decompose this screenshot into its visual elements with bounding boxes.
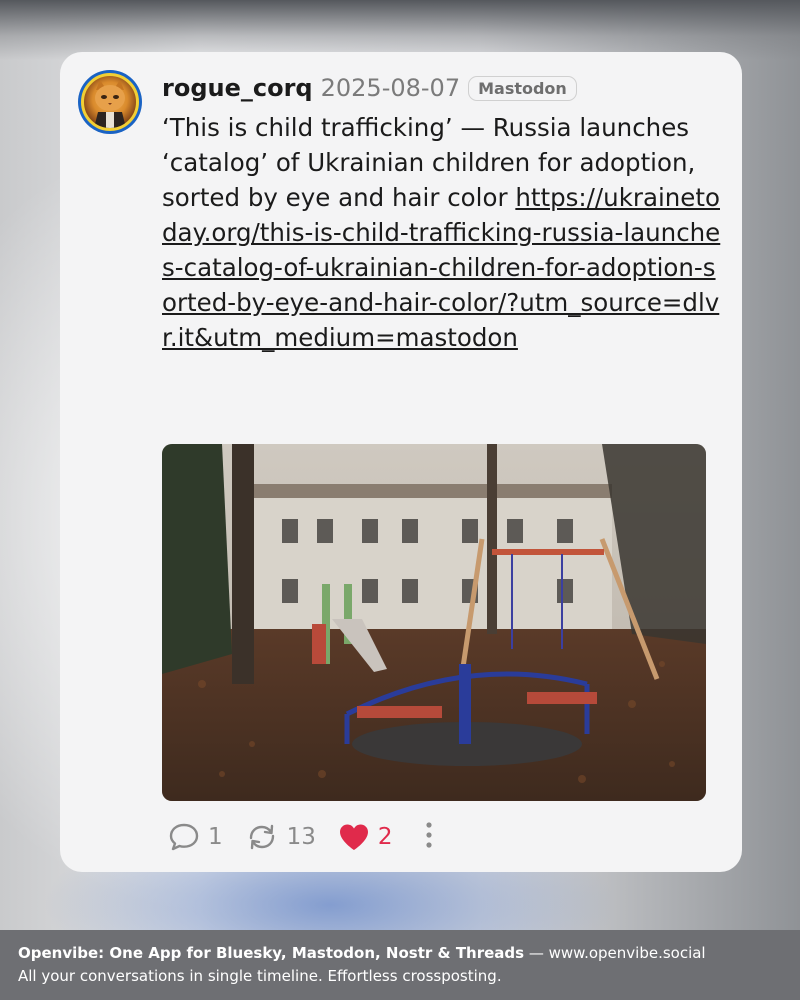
username[interactable]: rogue_corq bbox=[162, 74, 313, 102]
repost-arrows-icon bbox=[249, 824, 274, 850]
more-options-button[interactable] bbox=[423, 820, 435, 854]
like-button[interactable]: 2 bbox=[338, 822, 393, 852]
network-badge: Mastodon bbox=[468, 75, 577, 101]
vertical-ellipsis-icon bbox=[425, 822, 432, 848]
avatar[interactable] bbox=[78, 70, 142, 134]
post-date[interactable]: 2025-08-07 bbox=[321, 74, 460, 102]
post-text: ‘This is child trafficking’ — Russia lau… bbox=[162, 110, 722, 355]
footer-tagline: All your conversations in single timelin… bbox=[18, 967, 502, 985]
like-count: 2 bbox=[377, 824, 393, 850]
repost-button[interactable]: 13 bbox=[245, 822, 316, 852]
footer-url[interactable]: www.openvibe.social bbox=[549, 944, 706, 962]
background-top-shade bbox=[0, 0, 800, 60]
reply-button[interactable]: 1 bbox=[168, 822, 223, 852]
post-card[interactable]: rogue_corq 2025-08-07 Mastodon ‘This is … bbox=[60, 52, 742, 872]
repost-count: 13 bbox=[286, 824, 316, 850]
promo-footer: Openvibe: One App for Bluesky, Mastodon,… bbox=[0, 930, 800, 1000]
heart-icon bbox=[339, 824, 368, 850]
post-actions: 1 13 2 bbox=[168, 820, 435, 854]
post-header: rogue_corq 2025-08-07 Mastodon bbox=[162, 70, 577, 106]
speech-bubble-icon bbox=[169, 823, 199, 851]
footer-brand: Openvibe: One App for Bluesky, Mastodon,… bbox=[18, 944, 525, 962]
cat-avatar-image bbox=[81, 73, 139, 131]
playground-photo bbox=[162, 444, 706, 801]
post-image[interactable] bbox=[162, 444, 706, 801]
footer-separator: — bbox=[524, 944, 549, 962]
footer-line-1: Openvibe: One App for Bluesky, Mastodon,… bbox=[18, 942, 800, 965]
reply-count: 1 bbox=[208, 824, 223, 850]
